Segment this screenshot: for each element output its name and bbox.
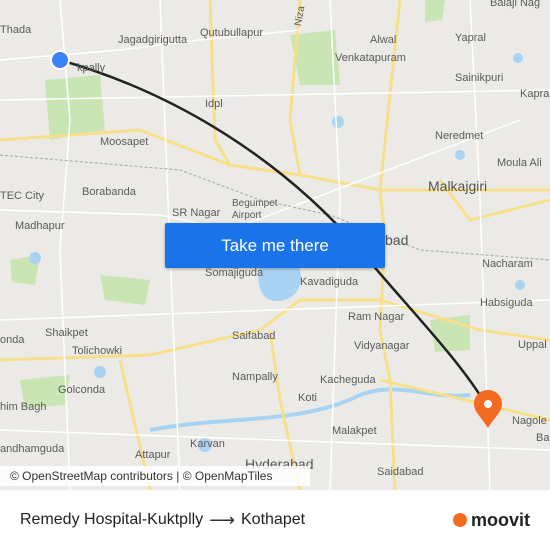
moovit-logo: moovit xyxy=(452,509,530,531)
label-ram-nagar: Ram Nagar xyxy=(348,311,405,323)
label-nampally: Nampally xyxy=(232,371,278,383)
destination-marker xyxy=(474,390,502,428)
label-idpl: Idpl xyxy=(205,98,223,110)
label-neredmet: Neredmet xyxy=(435,130,484,142)
label-borabanda: Borabanda xyxy=(82,186,136,198)
label-kavadiguda: Kavadiguda xyxy=(300,276,359,288)
label-moula-ali: Moula Ali xyxy=(497,157,542,169)
park-area xyxy=(100,275,150,305)
moovit-icon xyxy=(452,513,467,527)
label-shaikpet: Shaikpet xyxy=(45,327,88,339)
park-area xyxy=(425,0,445,22)
label-yapral: Yapral xyxy=(455,32,486,44)
label-sr-nagar: SR Nagar xyxy=(172,207,221,219)
label-saidabad: Saidabad xyxy=(377,466,424,478)
label-andhamguda: andhamguda xyxy=(0,443,65,455)
brand-name: moovit xyxy=(470,509,530,530)
label-konda: onda xyxy=(0,334,25,346)
footer-bar: Remedy Hospital-Kuktplly ⟶ Kothapet moov… xyxy=(0,490,550,550)
label-uppal: Uppal xyxy=(518,339,547,351)
label-saifabad: Saifabad xyxy=(232,330,276,342)
label-nacharam: Nacharam xyxy=(482,258,533,270)
label-jagadgirigutta: Jagadgirigutta xyxy=(118,34,188,46)
label-kapra: Kapra xyxy=(520,88,550,100)
destination-name: Kothapet xyxy=(241,511,306,528)
label-habsiguda: Habsiguda xyxy=(480,297,533,309)
label-venkatapuram: Venkatapuram xyxy=(335,52,406,64)
label-malakpet: Malakpet xyxy=(332,425,377,437)
arrow-right-icon: ⟶ xyxy=(209,509,235,530)
take-me-there-button[interactable]: Take me there xyxy=(165,223,385,268)
label-kacheguda: Kacheguda xyxy=(320,374,376,386)
map-attribution[interactable]: © OpenStreetMap contributors | © OpenMap… xyxy=(0,466,310,486)
label-him-bagh: him Bagh xyxy=(0,401,47,413)
label-sainikpuri: Sainikpuri xyxy=(455,72,504,84)
label-qutubullapur: Qutubullapur xyxy=(200,27,263,39)
label-hitec-city: TEC City xyxy=(0,190,44,202)
label-madhapur: Madhapur xyxy=(15,220,65,232)
label-golconda: Golconda xyxy=(58,384,106,396)
label-ba: Ba xyxy=(536,432,550,444)
origin-name: Remedy Hospital-Kuktplly xyxy=(20,511,204,528)
label-tolichowki: Tolichowki xyxy=(72,345,123,357)
map[interactable]: Jagadgirigutta Qutubullapur Alwal Yapral… xyxy=(0,0,550,490)
label-alwal: Alwal xyxy=(370,34,397,46)
label-balaji-nagar: Balaji Nag xyxy=(490,0,541,9)
label-kuktpally: kpally xyxy=(77,62,106,74)
origin-marker xyxy=(50,50,70,70)
label-somajiguda: Somajiguda xyxy=(205,267,264,279)
label-karvan: Karvan xyxy=(190,438,225,450)
label-thada: Thada xyxy=(0,24,32,36)
label-attapur: Attapur xyxy=(135,449,171,461)
label-moosapet: Moosapet xyxy=(100,136,149,148)
label-begumpet-airport: Begumpet Airport xyxy=(232,198,278,221)
label-koti: Koti xyxy=(298,392,317,404)
label-malkajgiri: Malkajgiri xyxy=(428,178,488,194)
label-secunderabad: bad xyxy=(385,232,409,248)
park-area xyxy=(45,75,105,140)
label-vidyanagar: Vidyanagar xyxy=(354,340,410,352)
route-summary: Remedy Hospital-Kuktplly ⟶ Kothapet xyxy=(20,510,305,531)
label-nagole: Nagole xyxy=(512,415,547,427)
